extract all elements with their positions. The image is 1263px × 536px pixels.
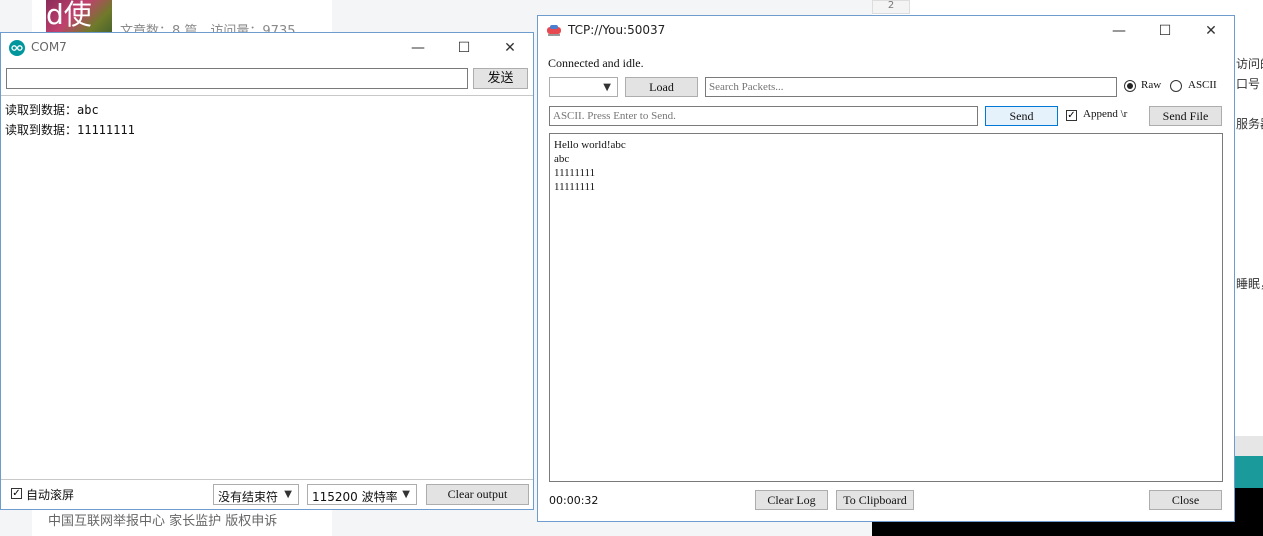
com7-titlebar[interactable]: COM7 — ☐ ✕ <box>1 33 533 63</box>
load-button[interactable]: Load <box>625 77 698 97</box>
com7-output-area: 读取到数据：abc 读取到数据：11111111 <box>1 95 533 480</box>
background-page-number[interactable]: 2 <box>872 0 910 14</box>
com7-send-button[interactable]: 发送 <box>473 68 528 89</box>
chevron-down-icon: ▼ <box>603 82 611 93</box>
clear-output-button[interactable]: Clear output <box>426 484 529 505</box>
chevron-down-icon: ▼ <box>402 489 410 500</box>
close-button[interactable]: ✕ <box>487 33 533 63</box>
output-line: 读取到数据：abc <box>5 103 99 117</box>
background-footer-links[interactable]: 中国互联网举报中心 家长监护 版权申诉 <box>48 510 277 529</box>
background-gray-block <box>1234 436 1263 456</box>
send-file-button[interactable]: Send File <box>1149 106 1222 126</box>
chevron-down-icon: ▼ <box>284 489 292 500</box>
tcp-log-area[interactable]: Hello world!abc abc 11111111 11111111 <box>549 133 1223 482</box>
close-dialog-button[interactable]: Close <box>1149 490 1222 510</box>
output-line: 读取到数据：11111111 <box>5 123 135 137</box>
packet-sender-icon <box>547 25 561 36</box>
tcp-title: TCP://You:50037 <box>568 23 666 37</box>
send-button[interactable]: Send <box>985 106 1058 126</box>
background-side-text: 访问的 <box>1236 57 1263 71</box>
com7-send-input[interactable] <box>6 68 468 89</box>
raw-radio[interactable] <box>1124 80 1136 92</box>
close-button[interactable]: ✕ <box>1188 16 1234 46</box>
ascii-label: ASCII <box>1188 79 1217 91</box>
background-side-text: 服务器 <box>1236 117 1263 131</box>
baud-rate-value: 115200 波特率 <box>312 490 398 504</box>
log-line: 11111111 <box>554 167 596 179</box>
minimize-button[interactable]: — <box>1096 16 1142 46</box>
arduino-icon <box>9 40 25 56</box>
maximize-button[interactable]: ☐ <box>441 33 487 63</box>
raw-label: Raw <box>1141 79 1162 91</box>
maximize-button[interactable]: ☐ <box>1142 16 1188 46</box>
clear-log-button[interactable]: Clear Log <box>755 490 828 510</box>
com7-output-lines: 读取到数据：abc 读取到数据：11111111 <box>5 100 135 140</box>
to-clipboard-button[interactable]: To Clipboard <box>836 490 914 510</box>
log-line: abc <box>554 153 570 165</box>
line-ending-value: 没有结束符 <box>218 490 279 504</box>
minimize-button[interactable]: — <box>395 33 441 63</box>
line-ending-select[interactable]: 没有结束符 ▼ <box>213 484 299 505</box>
connection-timer: 00:00:32 <box>549 494 599 507</box>
background-teal-block <box>1234 456 1263 488</box>
packet-select[interactable]: ▼ <box>549 77 618 97</box>
tcp-window: TCP://You:50037 — ☐ ✕ Connected and idle… <box>537 15 1235 522</box>
append-label: Append \r <box>1083 108 1128 120</box>
baud-rate-select[interactable]: 115200 波特率 ▼ <box>307 484 417 505</box>
log-line: 11111111 <box>554 181 596 193</box>
log-line: Hello world!abc <box>554 139 626 151</box>
search-packets-input[interactable] <box>705 77 1117 97</box>
background-side-text: 睡眠， <box>1236 277 1263 291</box>
send-message-input[interactable] <box>549 106 978 126</box>
tcp-log-lines: Hello world!abc abc 11111111 11111111 <box>554 138 626 194</box>
ascii-radio[interactable] <box>1170 80 1182 92</box>
com7-title: COM7 <box>31 40 67 54</box>
tcp-titlebar[interactable]: TCP://You:50037 — ☐ ✕ <box>538 16 1234 46</box>
connection-status: Connected and idle. <box>548 56 644 70</box>
autoscroll-checkbox[interactable]: ✓ <box>11 488 22 499</box>
background-side-text: 口号 <box>1236 77 1261 91</box>
append-checkbox[interactable]: ✓ <box>1066 110 1077 121</box>
autoscroll-label: 自动滚屏 <box>26 488 75 502</box>
com7-window: COM7 — ☐ ✕ 发送 读取到数据：abc 读取到数据：11111111 ✓… <box>0 32 534 510</box>
